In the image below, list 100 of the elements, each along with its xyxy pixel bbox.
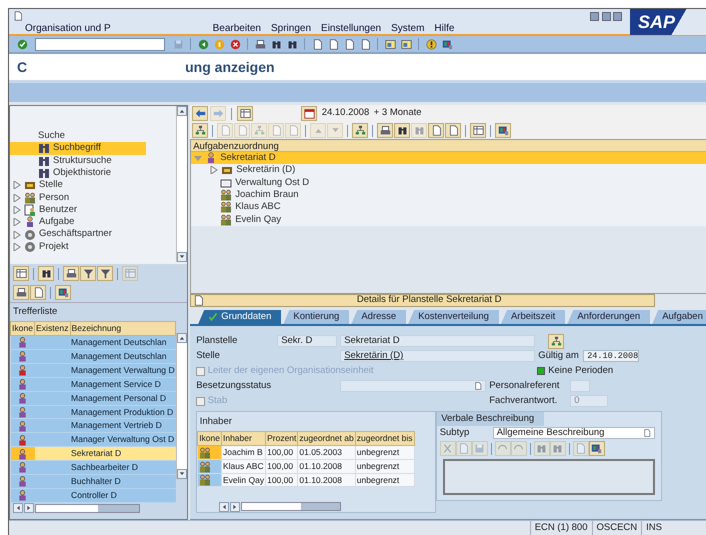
page-button[interactable]	[445, 123, 462, 138]
scroll-bar[interactable]	[35, 504, 140, 513]
scroll-bar[interactable]	[176, 333, 188, 480]
column-header[interactable]: Ikone	[198, 432, 222, 446]
tree-item[interactable]: Geschäftspartner	[10, 228, 176, 241]
tree-item[interactable]: Stelle	[10, 179, 176, 192]
table-row[interactable]: Management Personal D	[10, 391, 176, 406]
tree-item[interactable]: Sekretariat D	[191, 152, 706, 164]
menu-item[interactable]: Springen	[271, 21, 312, 36]
input-field[interactable]	[570, 380, 590, 392]
column-header[interactable]: Ikone	[10, 322, 35, 336]
table-button[interactable]	[237, 106, 254, 121]
table-row[interactable]: Management Vertrieb D	[10, 418, 176, 433]
table-row[interactable]: Management Service D	[10, 377, 176, 392]
monitor-button[interactable]	[588, 441, 605, 456]
table-row[interactable]: Buchhalter D	[10, 474, 176, 488]
table-row[interactable]: Sachbearbeiter D	[10, 460, 176, 475]
column-header[interactable]: Bezeichnung	[70, 322, 176, 336]
menu-item[interactable]: System	[391, 21, 424, 36]
expander-icon[interactable]	[13, 206, 21, 214]
back-arrow-button[interactable]	[192, 106, 208, 121]
tab[interactable]: Kostenverteilung	[408, 310, 499, 324]
expander-icon[interactable]	[13, 218, 21, 226]
window-button[interactable]	[383, 37, 397, 51]
tab[interactable]: Arbeitszeit	[500, 310, 566, 324]
expander-icon[interactable]	[13, 230, 21, 239]
dropdown-field[interactable]	[340, 380, 486, 392]
table-row[interactable]: Management Deutschlan	[10, 336, 176, 350]
hierarchy-button[interactable]	[548, 334, 564, 348]
link[interactable]: Sekretärin (D)	[340, 350, 536, 362]
monitor-button[interactable]	[55, 285, 71, 300]
calendar-button[interactable]	[301, 106, 318, 121]
binoculars-button[interactable]	[394, 123, 410, 138]
tree-item[interactable]: Objekthistorie	[10, 166, 176, 180]
tree-item[interactable]: Joachim Braun	[191, 188, 706, 202]
table-row[interactable]: Klaus ABC 100,00 01.10.2008 unbegrenzt	[198, 459, 414, 473]
filter-button[interactable]	[97, 266, 113, 281]
filter-button[interactable]	[80, 266, 96, 281]
scroll-bar[interactable]	[176, 106, 188, 262]
tree-item[interactable]: Projekt	[10, 240, 176, 253]
tab[interactable]: Aufgaben	[652, 310, 706, 324]
window-button[interactable]	[399, 37, 413, 51]
table-row[interactable]: Manager Verwaltung Ost D	[10, 432, 176, 447]
tree-item[interactable]: Benutzer	[10, 204, 176, 216]
hierarchy-button[interactable]	[192, 123, 208, 138]
table-row[interactable]: Management Deutschlan	[10, 350, 176, 364]
tree-item[interactable]: Verwaltung Ost D	[191, 176, 706, 189]
tree-item[interactable]: Aufgabe	[10, 216, 176, 228]
page-button[interactable]	[30, 285, 46, 300]
text-area[interactable]	[443, 459, 656, 496]
menu-item[interactable]: Einstellungen	[321, 21, 382, 36]
table-row[interactable]: Management Produktion D	[10, 405, 176, 419]
hierarchy-button[interactable]	[352, 123, 368, 138]
cancel-button[interactable]	[228, 37, 242, 51]
menu-item[interactable]: Hilfe	[434, 21, 454, 36]
tab[interactable]: Adresse	[351, 310, 406, 324]
column-header[interactable]: Existenz	[34, 322, 70, 336]
column-header[interactable]: Inhaber	[221, 432, 266, 446]
scroll-bar[interactable]	[241, 502, 342, 512]
check-button[interactable]	[15, 37, 29, 51]
table-button[interactable]	[13, 266, 29, 281]
menu-item[interactable]: Organisation und P	[25, 21, 111, 36]
tree-item[interactable]: Person	[10, 191, 176, 204]
input-field[interactable]: Sekretariat D	[340, 335, 536, 347]
monitor-button[interactable]	[495, 123, 512, 138]
table-row[interactable]: Joachim B 100,00 01.05.2003 unbegrenzt	[198, 446, 414, 460]
tab[interactable]: Grunddaten	[198, 310, 282, 324]
tree-item[interactable]: Suche	[10, 130, 176, 142]
expander-icon[interactable]	[13, 181, 21, 190]
input-field[interactable]: 24.10.2008	[583, 350, 640, 362]
tab[interactable]: Kontierung	[283, 310, 350, 324]
column-header[interactable]: Prozent	[266, 432, 298, 446]
table-row[interactable]: Controller D	[10, 488, 176, 502]
tree-item[interactable]: Klaus ABC	[191, 201, 706, 214]
tab[interactable]: Anforderungen	[567, 310, 650, 324]
menu-item[interactable]: Bearbeiten	[212, 21, 261, 36]
expander-icon[interactable]	[13, 194, 21, 202]
table-row[interactable]: Evelin Qay 100,00 01.10.2008 unbegrenzt	[198, 473, 414, 487]
column-header[interactable]: zugeordnet ab	[298, 432, 356, 446]
expander-icon[interactable]	[210, 166, 218, 174]
dropdown-field[interactable]: Allgemeine Beschreibung	[492, 427, 655, 440]
column-header[interactable]: zugeordnet bis	[355, 432, 414, 446]
print-button[interactable]	[253, 37, 267, 51]
print-button[interactable]	[13, 285, 29, 300]
checkbox-label: Stab	[208, 394, 228, 408]
binoculars-button[interactable]	[38, 266, 54, 281]
page-button[interactable]	[428, 123, 444, 138]
expander-icon[interactable]	[13, 242, 21, 251]
command-field[interactable]	[35, 38, 165, 50]
tree-item[interactable]: Suchbegriff	[10, 142, 146, 155]
table-row[interactable]: Sekretariat D	[10, 446, 176, 461]
table-row[interactable]: Management Verwaltung D	[10, 363, 176, 378]
table-button[interactable]	[470, 123, 486, 138]
tree-item[interactable]: Evelin Qay	[191, 213, 706, 226]
print-button[interactable]	[377, 123, 394, 138]
back-button[interactable]	[196, 37, 210, 51]
tree-item[interactable]: Struktursuche	[10, 154, 176, 167]
tree-item[interactable]: Sekretärin (D)	[191, 164, 706, 177]
print-button[interactable]	[63, 266, 79, 281]
input-field[interactable]: Sekr. D	[277, 335, 338, 347]
